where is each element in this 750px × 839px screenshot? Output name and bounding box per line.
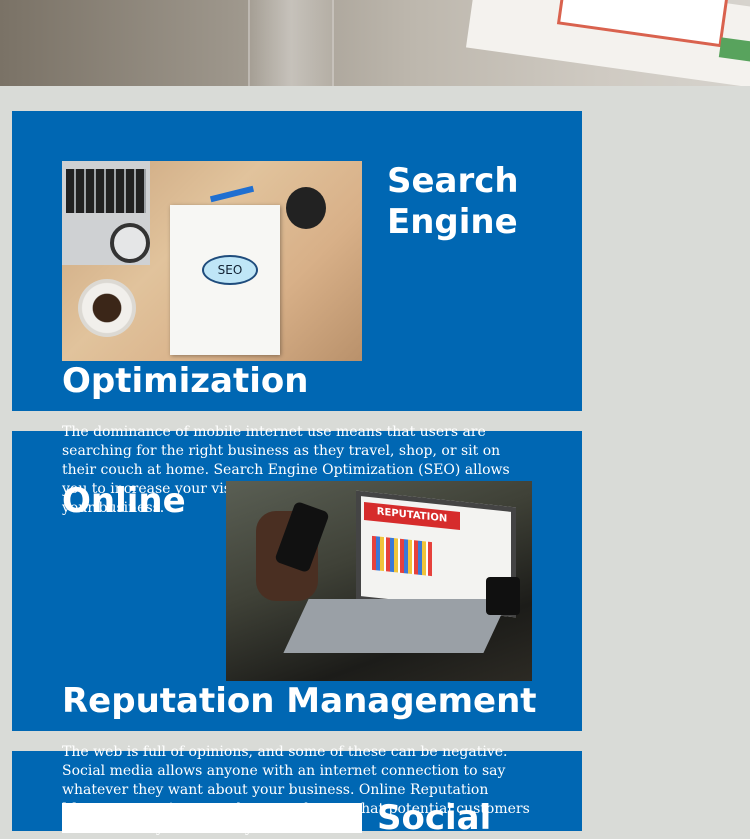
magnifier-graphic xyxy=(110,223,150,263)
seo-image: SEO xyxy=(62,161,362,361)
seo-title-line2: Engine xyxy=(387,202,518,242)
reputation-image: REPUTATION xyxy=(226,481,532,681)
keyboard-graphic xyxy=(283,599,509,653)
seo-title-line3: Optimization xyxy=(62,361,309,401)
mug-graphic xyxy=(486,577,520,615)
hero-banner-image xyxy=(0,0,750,86)
seo-cloud-label: SEO xyxy=(202,255,258,285)
hero-glass xyxy=(248,0,334,86)
bar-chart-graphic xyxy=(372,535,432,577)
seo-title-line1: Search xyxy=(387,161,519,201)
pen-cup-graphic xyxy=(286,187,326,229)
reputation-title-line1: Online xyxy=(62,481,186,521)
social-image xyxy=(62,803,362,833)
coffee-cup-graphic xyxy=(78,279,136,337)
reputation-title-line2: Reputation Management xyxy=(62,681,537,721)
social-title-line1: Social xyxy=(377,798,492,838)
pen-graphic xyxy=(209,185,255,203)
